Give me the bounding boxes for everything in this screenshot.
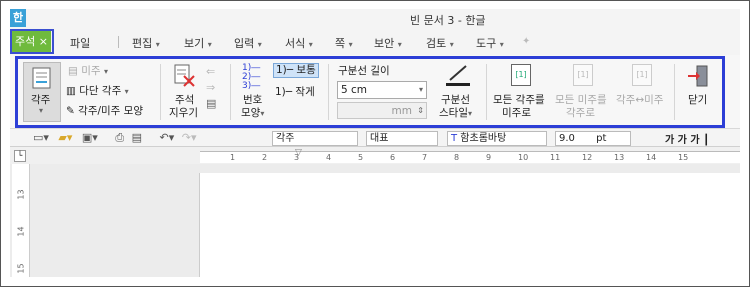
menu-file[interactable]: 파일 (70, 35, 90, 51)
vertical-ruler-tick-label: 15 (16, 263, 26, 274)
menu-format-label: 서식 (285, 37, 306, 50)
ruler-tick-label: 11 (550, 153, 561, 162)
plugin-icon[interactable]: ✦ (522, 36, 534, 48)
toolbar-icons: ▭▾ ▰▾ ▣▾ ⎙ ▤ ↶▾ ↷▾ (33, 131, 197, 145)
chevron-down-icon: ▾ (207, 40, 212, 49)
ruler-tick-label: 5 (358, 153, 364, 162)
new-document-icon[interactable]: ▭▾ (33, 131, 49, 144)
indent-marker-icon[interactable]: ▽ (295, 148, 302, 158)
chevron-down-icon: ▾ (155, 40, 160, 49)
menu-review[interactable]: 검토 ▾ (426, 35, 454, 51)
menu-edit[interactable]: 편집 ▾ (132, 35, 160, 51)
document-page[interactable] (199, 173, 741, 277)
title-bar (10, 9, 740, 31)
style-value: 각주 (276, 133, 295, 144)
chevron-down-icon: ▾ (397, 40, 402, 49)
menu-divider (118, 36, 119, 48)
ruler-tick-label: 13 (614, 153, 625, 162)
menu-view-label: 보기 (184, 37, 205, 50)
ruler-tick-label: 7 (422, 153, 428, 162)
ruler-tick-label: 6 (390, 153, 396, 162)
ruler-tick-label: 9 (486, 153, 492, 162)
ribbon-highlight-box (15, 56, 725, 128)
undo-icon[interactable]: ↶▾ (160, 131, 175, 144)
ruler-tick-label: 12 (582, 153, 593, 162)
font-size-field[interactable]: 9.0 pt (555, 131, 631, 146)
vertical-ruler-tick-label: 13 (16, 189, 26, 200)
menu-page[interactable]: 쪽 ▾ (335, 35, 353, 51)
open-folder-icon[interactable]: ▰▾ (58, 131, 72, 144)
print-preview-icon[interactable]: ▤ (132, 131, 142, 144)
font-value: 함초롬바탕 (460, 133, 507, 144)
menu-insert[interactable]: 입력 ▾ (234, 35, 262, 51)
ruler-tick-label: 1 (230, 153, 236, 162)
chevron-down-icon: ▾ (499, 40, 504, 49)
vertical-ruler (12, 164, 30, 277)
ruler-tick-label: 15 (678, 153, 689, 162)
menu-security[interactable]: 보안 ▾ (374, 35, 402, 51)
save-icon[interactable]: ▣▾ (82, 131, 98, 144)
language-value: 대표 (370, 133, 389, 144)
document-title: 빈 문서 3 - 한글 (410, 14, 486, 27)
chevron-down-icon: ▾ (257, 40, 262, 49)
vertical-ruler-tick-label: 14 (16, 226, 26, 237)
chevron-down-icon: ▾ (348, 40, 353, 49)
language-select[interactable]: 대표 (366, 131, 438, 146)
ruler-tick-label: 14 (646, 153, 657, 162)
menu-tools-label: 도구 (476, 37, 497, 50)
ruler-track[interactable] (200, 151, 740, 163)
font-size-value: 9.0 (559, 133, 575, 144)
hancom-app-icon[interactable]: 한 (10, 9, 26, 27)
more-icon[interactable]: ┃ (703, 135, 709, 146)
font-type-icon: T (451, 133, 458, 144)
tab-highlight-box (10, 29, 54, 54)
font-select[interactable]: T 함초롬바탕 (447, 131, 547, 146)
ruler-tick-label: 10 (518, 153, 529, 162)
ruler-tick-label: 8 (454, 153, 460, 162)
menu-edit-label: 편집 (132, 37, 153, 50)
menu-security-label: 보안 (374, 37, 395, 50)
chevron-down-icon: ▾ (449, 40, 454, 49)
menu-page-label: 쪽 (335, 37, 346, 50)
menu-review-label: 검토 (426, 37, 447, 50)
menu-view[interactable]: 보기 ▾ (184, 35, 212, 51)
chevron-down-icon: ▾ (308, 40, 313, 49)
menu-tools[interactable]: 도구 ▾ (476, 35, 504, 51)
char-format-label: 가 가 가 (665, 135, 700, 146)
ruler-tick-label: 4 (326, 153, 332, 162)
print-icon[interactable]: ⎙ (115, 131, 124, 144)
tab-stop-icon[interactable]: └ (14, 150, 26, 162)
font-size-unit: pt (596, 133, 607, 144)
char-format-buttons[interactable]: 가 가 가 ┃ (665, 131, 709, 146)
menu-format[interactable]: 서식 ▾ (285, 35, 313, 51)
ruler-tick-label: 2 (262, 153, 268, 162)
menu-insert-label: 입력 (234, 37, 255, 50)
redo-icon[interactable]: ↷▾ (182, 131, 197, 144)
style-select[interactable]: 각주 (272, 131, 358, 146)
